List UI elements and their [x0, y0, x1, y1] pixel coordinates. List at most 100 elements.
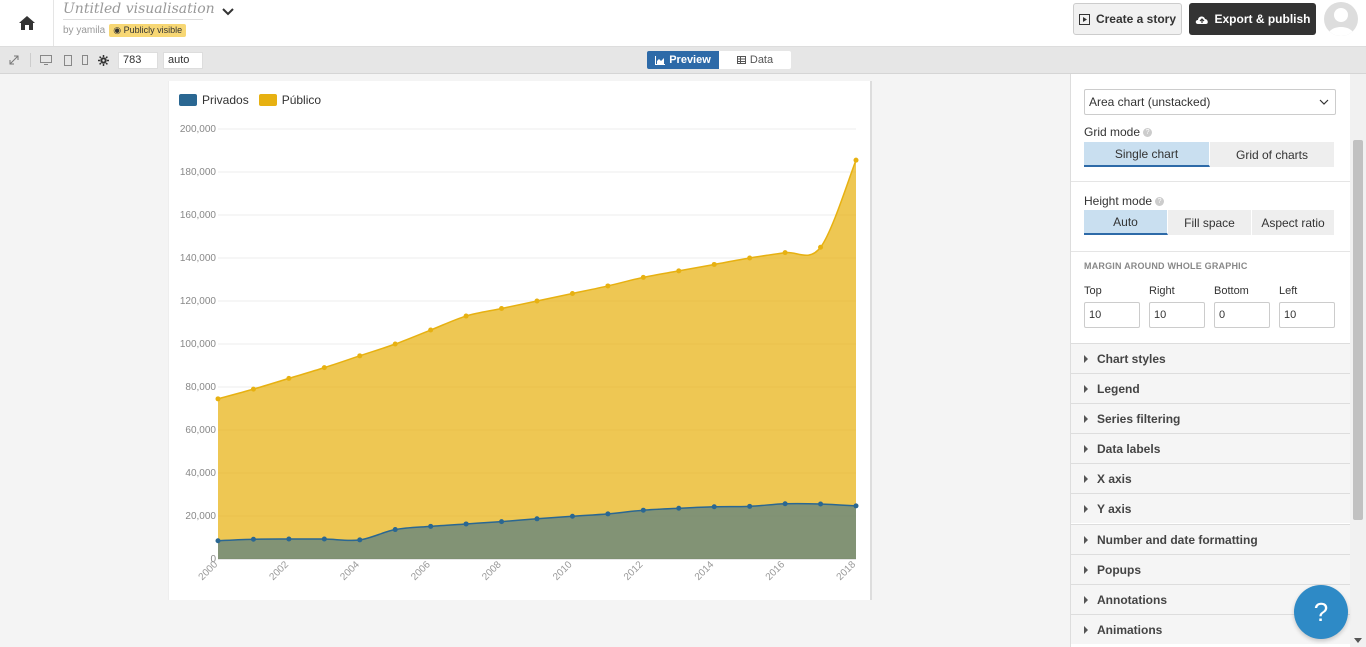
preview-toolbar: 783 auto Preview Data	[0, 47, 1366, 74]
help-icon[interactable]: ?	[1155, 196, 1165, 206]
legend-item-publico[interactable]: Público	[258, 93, 321, 107]
caret-right-icon	[1084, 504, 1088, 513]
point-privados	[853, 503, 859, 509]
visualisation-title[interactable]: Untitled visualisation	[63, 1, 215, 20]
point-publico	[357, 353, 363, 359]
point-privados	[534, 516, 540, 522]
grid-mode-heading: Grid mode ?	[1084, 125, 1153, 139]
margin-left-label: Left	[1279, 285, 1298, 297]
section-data-labels[interactable]: Data labels	[1071, 433, 1350, 463]
caret-right-icon	[1084, 414, 1088, 423]
point-publico	[676, 268, 682, 274]
play-icon	[1078, 13, 1090, 25]
margin-left-input[interactable]: 10	[1279, 302, 1335, 328]
section-label: Y axis	[1097, 501, 1132, 516]
height-input[interactable]: auto	[163, 52, 203, 69]
x-tick-label: 2006	[409, 559, 433, 583]
point-publico	[640, 274, 646, 280]
data-tab[interactable]: Data	[719, 51, 791, 69]
chevron-down-icon	[1319, 99, 1329, 105]
user-avatar[interactable]	[1324, 2, 1358, 36]
x-tick-label: 2012	[622, 559, 646, 583]
point-privados	[286, 536, 292, 542]
legend-swatch-publico	[258, 94, 277, 106]
preview-tab[interactable]: Preview	[647, 51, 719, 69]
margin-top-input[interactable]: 10	[1084, 302, 1140, 328]
point-privados	[747, 503, 753, 509]
point-publico	[321, 365, 327, 371]
point-publico	[711, 261, 717, 267]
grid-mode-grid-of-charts[interactable]: Grid of charts	[1210, 142, 1335, 167]
section-chart-styles[interactable]: Chart styles	[1071, 343, 1350, 373]
x-tick-label: 2016	[764, 559, 788, 583]
section-legend[interactable]: Legend	[1071, 373, 1350, 403]
top-bar: Untitled visualisation by yamila ◉ Publi…	[0, 0, 1366, 47]
height-mode-aspect-ratio[interactable]: Aspect ratio	[1252, 210, 1335, 235]
x-tick-label: 2004	[338, 559, 362, 583]
point-privados	[428, 523, 434, 529]
export-publish-button[interactable]: Export & publish	[1189, 3, 1316, 35]
caret-right-icon	[1084, 474, 1088, 483]
point-publico	[215, 396, 221, 402]
mobile-icon[interactable]	[79, 54, 91, 66]
point-publico	[605, 283, 611, 289]
grid-mode-toggle: Single chart Grid of charts	[1084, 142, 1335, 167]
height-mode-fill-space[interactable]: Fill space	[1168, 210, 1252, 235]
gear-icon[interactable]	[97, 54, 109, 66]
point-publico	[428, 327, 434, 333]
area-chart-icon	[655, 55, 666, 65]
desktop-icon[interactable]	[40, 54, 52, 66]
y-tick-label: 100,000	[180, 339, 217, 350]
point-privados	[250, 536, 256, 542]
home-button[interactable]	[0, 0, 54, 46]
section-y-axis[interactable]: Y axis	[1071, 493, 1350, 523]
point-publico	[392, 341, 398, 347]
create-story-button[interactable]: Create a story	[1073, 3, 1182, 35]
panel-scrollbar[interactable]	[1350, 74, 1366, 647]
help-button[interactable]: ?	[1294, 585, 1348, 639]
scroll-down-arrow-icon[interactable]	[1354, 638, 1362, 643]
grid-mode-single-chart[interactable]: Single chart	[1084, 142, 1210, 167]
tablet-icon[interactable]	[62, 54, 74, 66]
area-chart: 020,00040,00060,00080,000100,000120,0001…	[180, 124, 859, 583]
height-mode-toggle: Auto Fill space Aspect ratio	[1084, 210, 1335, 235]
chart-card: 0 20,000 40,000 60,000 80,000 100,000 120,000 1…	[168, 81, 872, 600]
toolbar-divider	[30, 53, 31, 67]
point-publico	[747, 255, 753, 261]
point-privados	[640, 507, 646, 513]
caret-right-icon	[1084, 384, 1088, 393]
section-label: X axis	[1097, 471, 1132, 486]
margin-right-input[interactable]: 10	[1149, 302, 1205, 328]
width-input[interactable]: 783	[118, 52, 158, 69]
title-block: Untitled visualisation by yamila ◉ Publi…	[63, 0, 215, 37]
height-mode-auto[interactable]: Auto	[1084, 210, 1168, 235]
x-tick-label: 2010	[551, 559, 575, 583]
section-label: Animations	[1097, 622, 1163, 637]
chevron-down-icon[interactable]	[220, 4, 236, 20]
section-label: Series filtering	[1097, 411, 1181, 426]
grid-mode-label: Grid mode	[1084, 125, 1141, 139]
chart-type-select[interactable]: Area chart (unstacked)	[1084, 89, 1336, 115]
section-popups[interactable]: Popups	[1071, 554, 1350, 584]
preview-tab-label: Preview	[669, 54, 711, 66]
chart-legend: Privados Público	[179, 93, 321, 107]
scrollbar-thumb[interactable]	[1353, 140, 1363, 520]
section-number-date-formatting[interactable]: Number and date formatting	[1071, 524, 1350, 554]
section-label: Annotations	[1097, 592, 1167, 607]
point-privados	[818, 501, 824, 507]
point-publico	[286, 375, 292, 381]
y-tick-label: 160,000	[180, 210, 217, 221]
create-story-label: Create a story	[1095, 12, 1177, 26]
table-icon	[736, 56, 746, 64]
y-tick-label: 140,000	[180, 253, 217, 264]
x-tick-label: 2002	[267, 559, 291, 583]
visibility-label: Publicly visible	[123, 25, 183, 35]
margin-bottom-input[interactable]: 0	[1214, 302, 1270, 328]
visibility-badge: ◉ Publicly visible	[109, 24, 187, 37]
section-series-filtering[interactable]: Series filtering	[1071, 403, 1350, 433]
section-x-axis[interactable]: X axis	[1071, 463, 1350, 493]
height-mode-label: Height mode	[1084, 194, 1153, 208]
help-icon[interactable]: ?	[1143, 127, 1153, 137]
expand-icon[interactable]	[8, 54, 20, 66]
legend-item-privados[interactable]: Privados	[179, 93, 249, 107]
